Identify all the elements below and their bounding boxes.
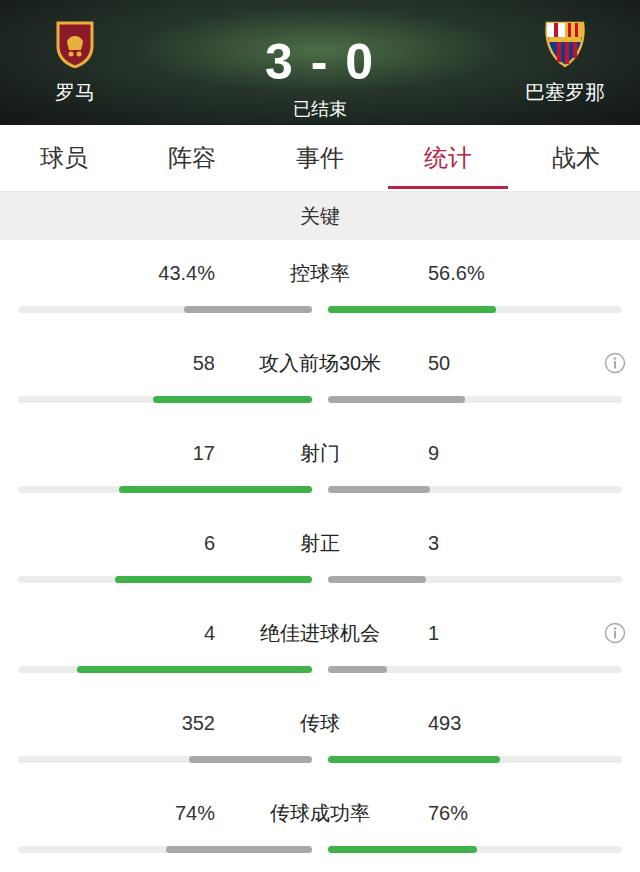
home-value: 4 [0, 618, 215, 648]
info-slot [604, 262, 626, 284]
stat-label: 绝佳进球机会 [215, 618, 425, 648]
away-value: 76% [428, 798, 468, 828]
home-bar-track [18, 756, 312, 763]
away-bar-fill [328, 666, 387, 673]
home-value: 43.4% [0, 258, 215, 288]
home-bar-fill [77, 666, 312, 673]
stat-label: 传球 [215, 708, 425, 738]
home-bar-fill [115, 576, 312, 583]
away-bar-fill [328, 396, 465, 403]
home-team-name: 罗马 [55, 80, 95, 104]
away-bar-track [328, 396, 622, 403]
away-bar-fill [328, 846, 477, 853]
home-bar-track [18, 306, 312, 313]
stats-list: 43.4%控球率56.6%58攻入前场30米5017射门96射正34绝佳进球机会… [0, 240, 640, 870]
home-bar-track [18, 576, 312, 583]
away-bar-track [328, 666, 622, 673]
tab-bar: 球员 阵容 事件 统计 战术 [0, 125, 640, 192]
away-bar-track [328, 846, 622, 853]
info-slot [604, 352, 626, 374]
info-slot [604, 712, 626, 734]
tab[interactable]: 统计 [384, 125, 512, 191]
info-slot [604, 622, 626, 644]
home-team[interactable]: 罗马 [0, 0, 150, 125]
tab-label: 战术 [552, 140, 600, 176]
stat-row: 43.4%控球率56.6% [0, 240, 640, 330]
section-title: 关键 [300, 201, 340, 231]
tab[interactable]: 事件 [256, 125, 384, 191]
score: 3 - 0 [265, 34, 375, 90]
away-value: 56.6% [428, 258, 485, 288]
tab-label: 球员 [40, 140, 88, 176]
stat-row: 352传球493 [0, 690, 640, 780]
info-slot [604, 442, 626, 464]
stat-row: 58攻入前场30米50 [0, 330, 640, 420]
stat-label: 攻入前场30米 [215, 348, 425, 378]
home-value: 74% [0, 798, 215, 828]
away-bar-track [328, 306, 622, 313]
away-bar-fill [328, 756, 500, 763]
home-bar-fill [189, 756, 312, 763]
home-value: 17 [0, 438, 215, 468]
barcelona-logo-icon [543, 20, 587, 68]
stat-row: 17射门9 [0, 420, 640, 510]
away-bar-track [328, 756, 622, 763]
away-bar-track [328, 576, 622, 583]
stat-row: 4绝佳进球机会1 [0, 600, 640, 690]
away-value: 50 [428, 348, 450, 378]
match-status: 已结束 [293, 98, 347, 120]
away-bar-fill [328, 306, 496, 313]
stat-row: 6射正3 [0, 510, 640, 600]
away-value: 3 [428, 528, 439, 558]
home-bar-fill [184, 306, 312, 313]
stat-label: 传球成功率 [215, 798, 425, 828]
home-value: 6 [0, 528, 215, 558]
section-header: 关键 [0, 192, 640, 240]
home-bar-track [18, 666, 312, 673]
home-bar-track [18, 846, 312, 853]
info-slot [604, 802, 626, 824]
tab-underline [388, 186, 508, 189]
away-value: 9 [428, 438, 439, 468]
home-bar-fill [119, 486, 312, 493]
home-bar-track [18, 396, 312, 403]
stat-row: 74%传球成功率76% [0, 780, 640, 870]
stat-label: 射门 [215, 438, 425, 468]
away-team[interactable]: 巴塞罗那 [490, 0, 640, 125]
tab-label: 事件 [296, 140, 344, 176]
away-bar-fill [328, 576, 426, 583]
match-header: 罗马 3 - 0 已结束 巴塞罗那 [0, 0, 640, 125]
home-value: 352 [0, 708, 215, 738]
info-icon[interactable] [604, 622, 626, 644]
away-bar-fill [328, 486, 430, 493]
tab-label: 统计 [424, 140, 472, 176]
home-value: 58 [0, 348, 215, 378]
home-bar-fill [153, 396, 312, 403]
stat-label: 射正 [215, 528, 425, 558]
tab[interactable]: 阵容 [128, 125, 256, 191]
info-icon[interactable] [604, 352, 626, 374]
away-value: 1 [428, 618, 439, 648]
info-slot [604, 532, 626, 554]
away-bar-track [328, 486, 622, 493]
tab-label: 阵容 [168, 140, 216, 176]
away-team-name: 巴塞罗那 [525, 80, 605, 104]
home-bar-track [18, 486, 312, 493]
tab[interactable]: 球员 [0, 125, 128, 191]
tab[interactable]: 战术 [512, 125, 640, 191]
home-bar-fill [166, 846, 312, 853]
stat-label: 控球率 [215, 258, 425, 288]
roma-logo-icon [55, 20, 95, 68]
away-value: 493 [428, 708, 461, 738]
